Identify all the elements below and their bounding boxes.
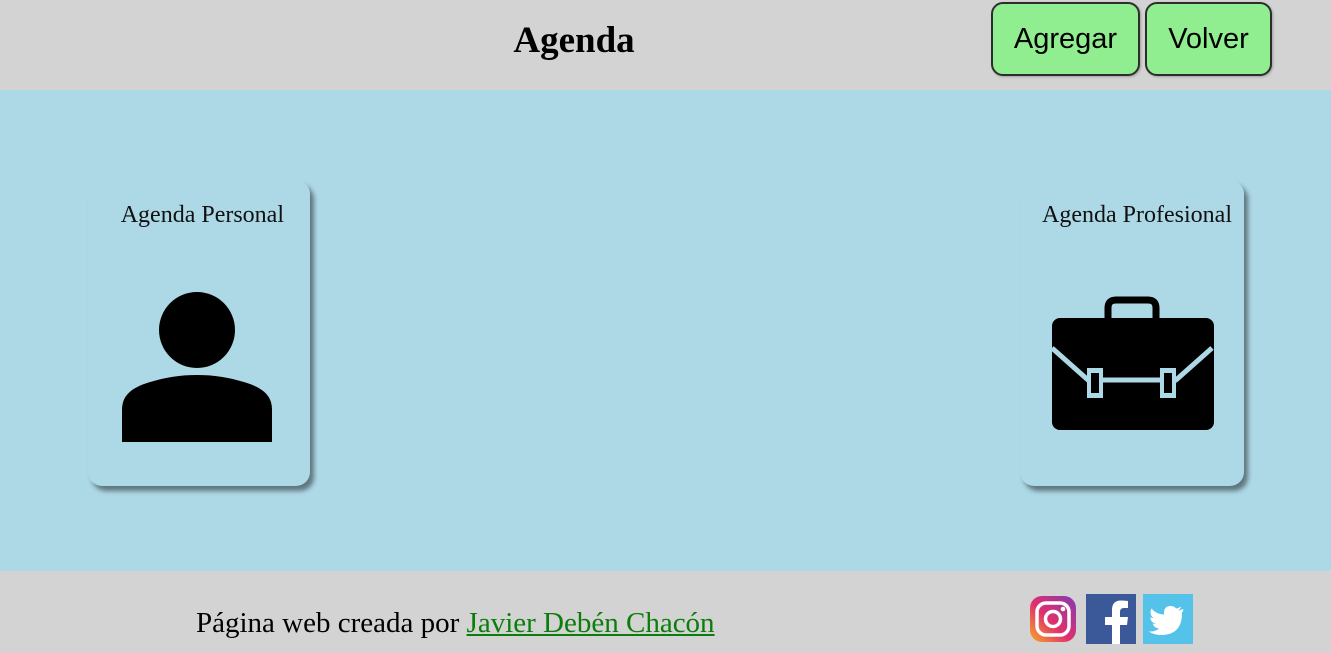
- author-link[interactable]: Javier Debén Chacón: [467, 607, 715, 639]
- add-button[interactable]: Agregar: [991, 2, 1140, 76]
- briefcase-icon: [1050, 296, 1214, 430]
- personal-agenda-card[interactable]: Agenda Personal: [88, 180, 310, 486]
- back-button[interactable]: Volver: [1145, 2, 1272, 76]
- credit-text: Página web creada por Javier Debén Chacó…: [196, 606, 715, 640]
- twitter-icon[interactable]: [1143, 594, 1193, 644]
- main-content: Agenda Personal Agenda Profesional: [0, 90, 1331, 571]
- person-icon: [122, 292, 272, 442]
- credit-prefix: Página web creada por: [196, 607, 467, 639]
- instagram-icon[interactable]: [1028, 594, 1078, 644]
- facebook-icon[interactable]: [1086, 594, 1136, 644]
- header: Agenda Agregar Volver: [0, 0, 1331, 90]
- footer: Página web creada por Javier Debén Chacó…: [0, 571, 1331, 653]
- page-title: Agenda: [513, 20, 635, 61]
- professional-agenda-label: Agenda Profesional: [1042, 202, 1232, 228]
- personal-agenda-label: Agenda Personal: [120, 202, 284, 228]
- professional-agenda-card[interactable]: Agenda Profesional: [1020, 180, 1244, 486]
